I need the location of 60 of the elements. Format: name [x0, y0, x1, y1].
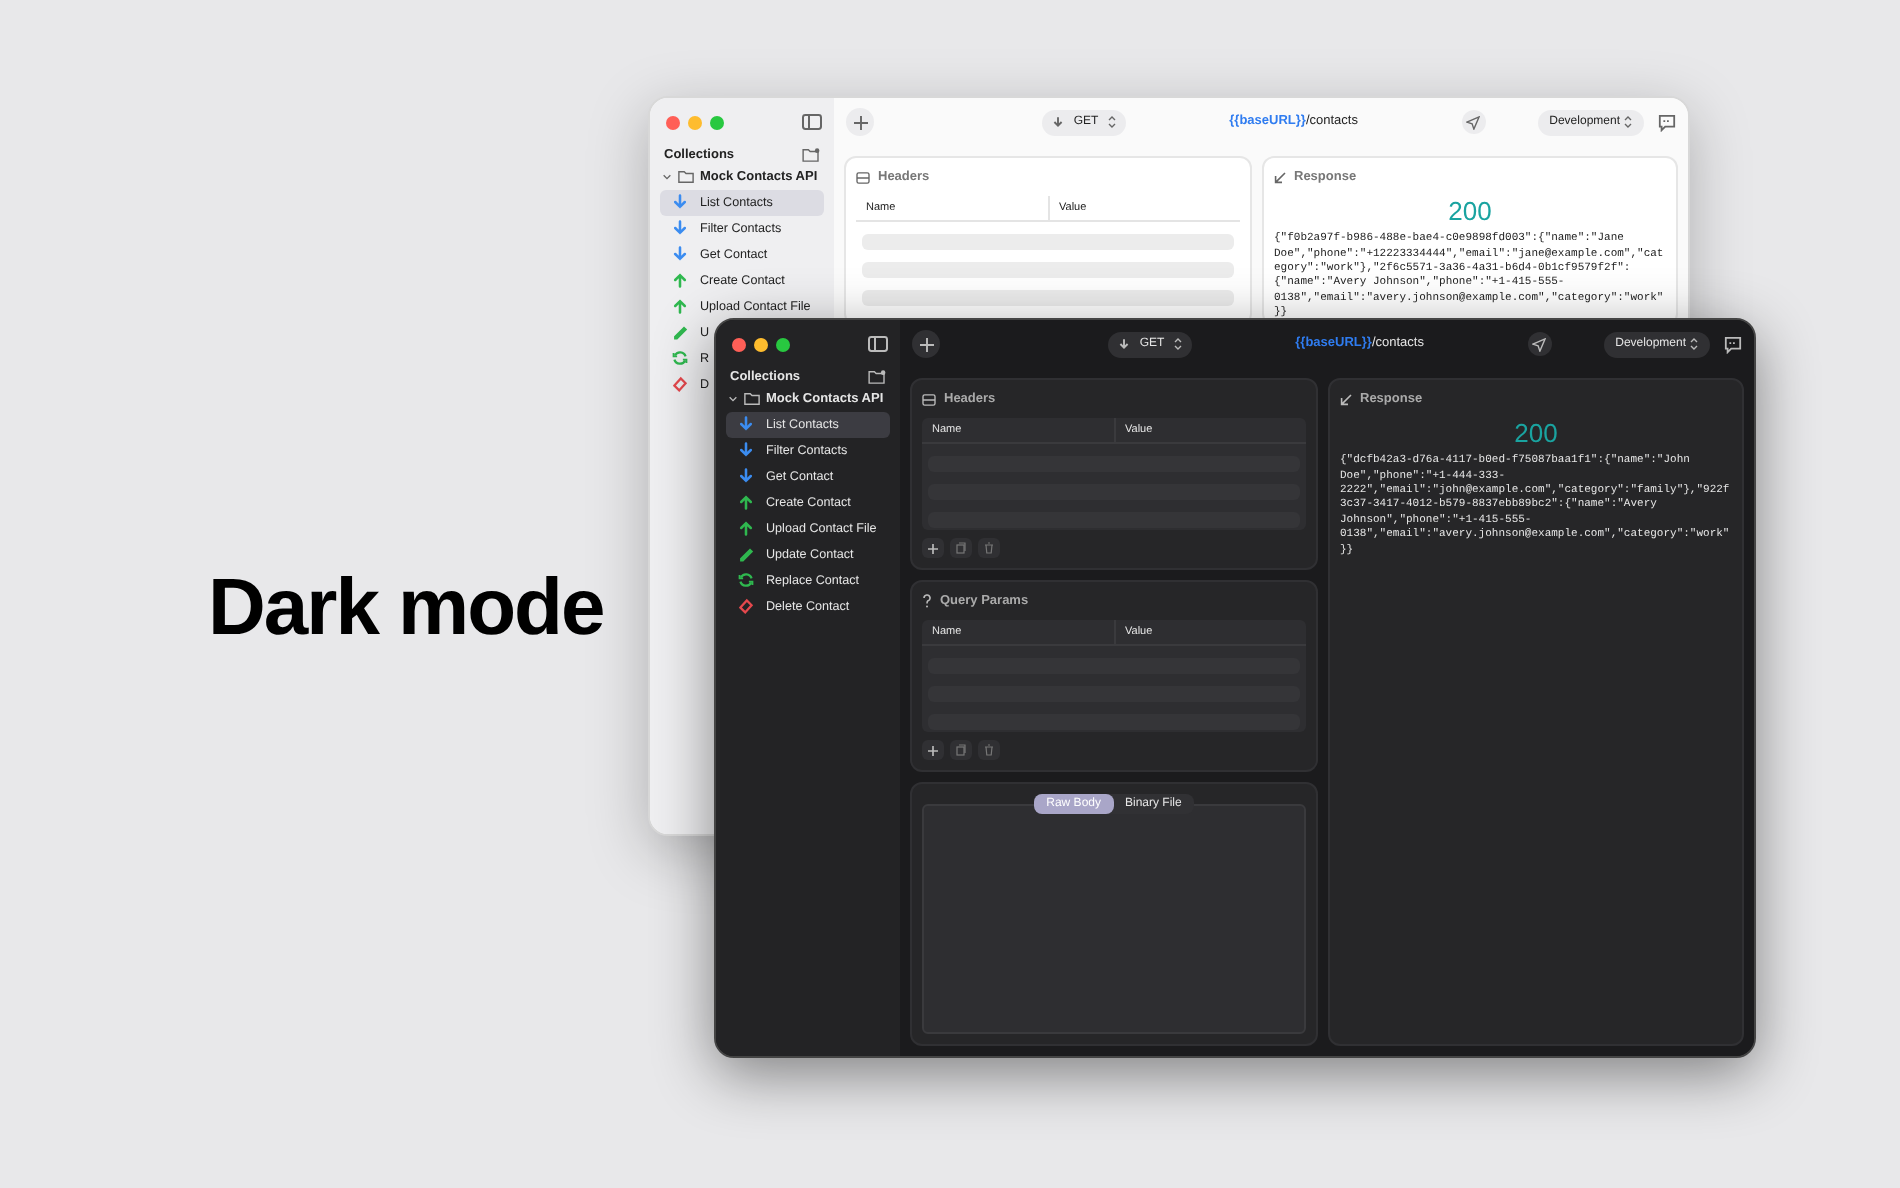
- down-arrow-icon: [1118, 338, 1130, 350]
- delete-button[interactable]: [978, 740, 1000, 760]
- sidebar-toggle-icon[interactable]: [868, 336, 888, 352]
- paper-plane-icon: [1466, 115, 1481, 129]
- new-folder-icon[interactable]: [868, 370, 886, 385]
- updown-chevron-icon: [1690, 338, 1698, 350]
- copy-icon: [956, 744, 966, 756]
- down-arrow-icon: [738, 416, 754, 433]
- list-icon: [856, 171, 870, 184]
- eraser-icon: [738, 598, 754, 615]
- question-mark-icon: [922, 594, 932, 609]
- down-arrow-icon: [738, 442, 754, 459]
- sidebar-toggle-icon[interactable]: [802, 114, 822, 130]
- chat-icon[interactable]: [1724, 335, 1742, 353]
- diagonal-arrow-icon: [1340, 393, 1352, 406]
- plus-icon: [928, 745, 938, 755]
- pencil-icon: [672, 324, 688, 341]
- folder-icon: [678, 170, 694, 185]
- trash-icon: [984, 744, 994, 756]
- plus-icon: [853, 115, 867, 129]
- updown-chevron-icon: [1624, 116, 1632, 128]
- duplicate-button[interactable]: [950, 740, 972, 760]
- copy-icon: [956, 542, 966, 554]
- send-button[interactable]: [1527, 332, 1552, 356]
- updown-chevron-icon: [1174, 338, 1182, 350]
- pencil-icon: [738, 546, 754, 563]
- new-folder-icon[interactable]: [802, 148, 820, 163]
- up-arrow-icon: [672, 272, 688, 289]
- add-button[interactable]: [846, 108, 874, 136]
- down-arrow-icon: [1052, 116, 1064, 128]
- up-arrow-icon: [738, 520, 754, 537]
- delete-button[interactable]: [978, 538, 1000, 558]
- down-arrow-icon: [672, 220, 688, 237]
- paper-plane-icon: [1532, 337, 1547, 351]
- trash-icon: [984, 542, 994, 554]
- updown-chevron-icon: [1108, 116, 1116, 128]
- down-arrow-icon: [738, 468, 754, 485]
- down-arrow-icon: [672, 194, 688, 211]
- up-arrow-icon: [738, 494, 754, 511]
- headline: Dark mode: [208, 562, 604, 656]
- down-arrow-icon: [672, 246, 688, 263]
- add-row-button[interactable]: [922, 740, 944, 760]
- status-code: 200: [1514, 415, 1558, 452]
- plus-icon: [919, 337, 933, 351]
- cycle-arrows-icon: [738, 572, 754, 589]
- status-code: 200: [1448, 193, 1492, 230]
- chat-icon[interactable]: [1658, 113, 1676, 131]
- send-button[interactable]: [1461, 110, 1486, 134]
- add-button[interactable]: [912, 330, 940, 358]
- folder-icon: [744, 392, 760, 407]
- duplicate-button[interactable]: [950, 538, 972, 558]
- diagonal-arrow-icon: [1274, 171, 1286, 184]
- plus-icon: [928, 543, 938, 553]
- chevron-icon[interactable]: [662, 172, 672, 183]
- up-arrow-icon: [672, 298, 688, 315]
- add-row-button[interactable]: [922, 538, 944, 558]
- cycle-arrows-icon: [672, 350, 688, 367]
- chevron-icon[interactable]: [728, 394, 738, 405]
- eraser-icon: [672, 376, 688, 393]
- list-icon: [922, 393, 936, 406]
